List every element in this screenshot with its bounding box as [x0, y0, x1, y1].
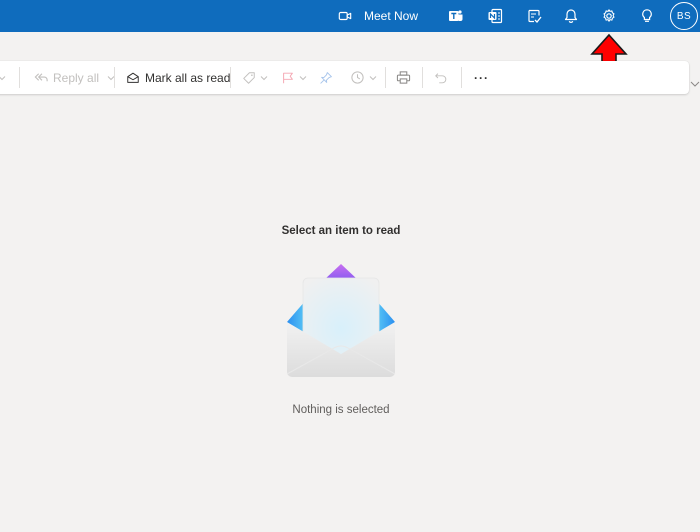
toolbar-divider	[230, 67, 231, 88]
top-header-bar: Meet Now BS	[0, 0, 700, 32]
avatar-initials: BS	[676, 10, 692, 22]
chevron-down-icon	[0, 75, 6, 80]
flag-button[interactable]	[281, 61, 307, 94]
reply-all-icon	[34, 70, 49, 85]
bell-icon	[563, 8, 579, 24]
teams-button[interactable]	[446, 0, 466, 32]
lightbulb-icon	[639, 8, 655, 24]
empty-state-subtitle: Nothing is selected	[292, 404, 390, 416]
tag-icon	[242, 71, 256, 85]
meet-now-button[interactable]: Meet Now	[338, 0, 438, 32]
flag-icon	[281, 71, 295, 85]
pin-icon	[319, 71, 333, 85]
clock-icon	[350, 70, 365, 85]
teams-icon	[448, 8, 464, 24]
chevron-down-icon[interactable]	[690, 80, 700, 88]
gear-icon	[601, 8, 617, 24]
to-do-icon	[526, 8, 542, 24]
to-do-button[interactable]	[524, 0, 544, 32]
envelope-open-icon	[126, 71, 140, 85]
more-icon: ···	[474, 70, 489, 85]
chevron-down-icon[interactable]	[299, 74, 307, 82]
chevron-down-icon[interactable]	[260, 74, 268, 82]
settings-button[interactable]	[599, 0, 619, 32]
onenote-icon	[487, 8, 503, 24]
toolbar-divider	[461, 67, 462, 88]
categorize-button[interactable]	[242, 61, 268, 94]
pin-button[interactable]	[319, 61, 333, 94]
command-toolbar: Reply all Mark all as read ···	[0, 61, 689, 94]
toolbar-divider	[114, 67, 115, 88]
more-options-button[interactable]: ···	[474, 61, 489, 94]
truncated-chevron	[0, 61, 6, 94]
mark-all-as-read-button[interactable]: Mark all as read	[126, 61, 230, 94]
onenote-button[interactable]	[485, 0, 505, 32]
video-camera-icon	[338, 9, 352, 23]
print-icon	[396, 70, 411, 85]
chevron-down-icon[interactable]	[369, 74, 377, 82]
toolbar-divider	[19, 67, 20, 88]
open-envelope-illustration	[286, 264, 396, 377]
undo-button[interactable]	[434, 61, 448, 94]
snooze-button[interactable]	[350, 61, 377, 94]
reply-all-label: Reply all	[53, 70, 100, 85]
print-button[interactable]	[396, 61, 411, 94]
avatar[interactable]: BS	[670, 2, 698, 30]
notifications-button[interactable]	[561, 0, 581, 32]
toolbar-divider	[422, 67, 423, 88]
meet-now-label: Meet Now	[364, 9, 419, 23]
undo-icon	[434, 71, 448, 85]
tips-button[interactable]	[637, 0, 657, 32]
mark-all-as-read-label: Mark all as read	[145, 70, 231, 85]
reply-all-button[interactable]: Reply all	[34, 61, 115, 94]
toolbar-divider	[385, 67, 386, 88]
empty-state-title: Select an item to read	[281, 225, 401, 237]
